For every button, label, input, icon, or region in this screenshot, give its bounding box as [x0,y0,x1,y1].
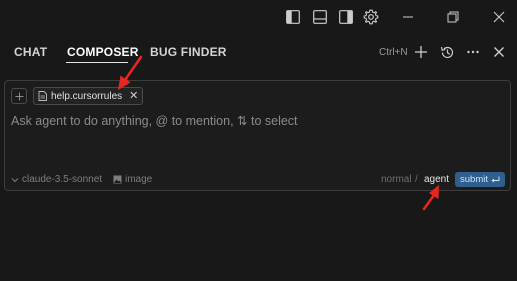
file-icon [38,91,47,101]
mode-normal[interactable]: normal [381,174,412,185]
image-label: image [125,174,153,185]
gear-icon[interactable] [361,7,381,27]
minimize-icon[interactable] [398,7,418,27]
close-icon[interactable] [490,43,508,61]
remove-chip-icon[interactable]: ✕ [129,90,138,102]
history-icon[interactable] [438,43,456,61]
plus-icon[interactable] [412,43,430,61]
add-context-button[interactable] [11,88,27,104]
tab-composer[interactable]: COMPOSER [67,45,139,59]
more-icon[interactable] [464,43,482,61]
tab-chat[interactable]: CHAT [14,45,47,59]
image-button[interactable]: image [113,174,152,185]
submit-button[interactable]: submit [455,172,505,187]
plus-icon [15,92,23,100]
toggle-primary-sidebar-icon[interactable] [283,7,303,27]
composer-input-box[interactable]: help.cursorrules ✕ Ask agent to do anyth… [4,80,511,191]
context-file-chip[interactable]: help.cursorrules ✕ [33,87,144,105]
submit-label: submit [460,174,488,185]
composer-window: CHAT COMPOSER BUG FINDER Ctrl+N help.cur… [0,0,517,281]
model-name: claude-3.5-sonnet [22,174,103,185]
toggle-panel-icon[interactable] [310,7,330,27]
restore-icon[interactable] [443,7,463,27]
mode-separator: / [415,174,418,185]
prompt-placeholder[interactable]: Ask agent to do anything, @ to mention, … [11,113,298,128]
chevron-down-icon [11,177,19,182]
active-tab-indicator [66,62,128,63]
new-composer-shortcut: Ctrl+N [379,47,408,58]
title-bar [0,0,517,34]
tab-bug-finder[interactable]: BUG FINDER [150,45,227,59]
image-icon [113,175,122,184]
toggle-secondary-sidebar-icon[interactable] [336,7,356,27]
enter-icon [491,176,500,182]
window-close-icon[interactable] [489,7,509,27]
model-selector[interactable]: claude-3.5-sonnet [11,174,102,185]
mode-agent[interactable]: agent [424,174,449,185]
context-file-name: help.cursorrules [51,90,123,102]
